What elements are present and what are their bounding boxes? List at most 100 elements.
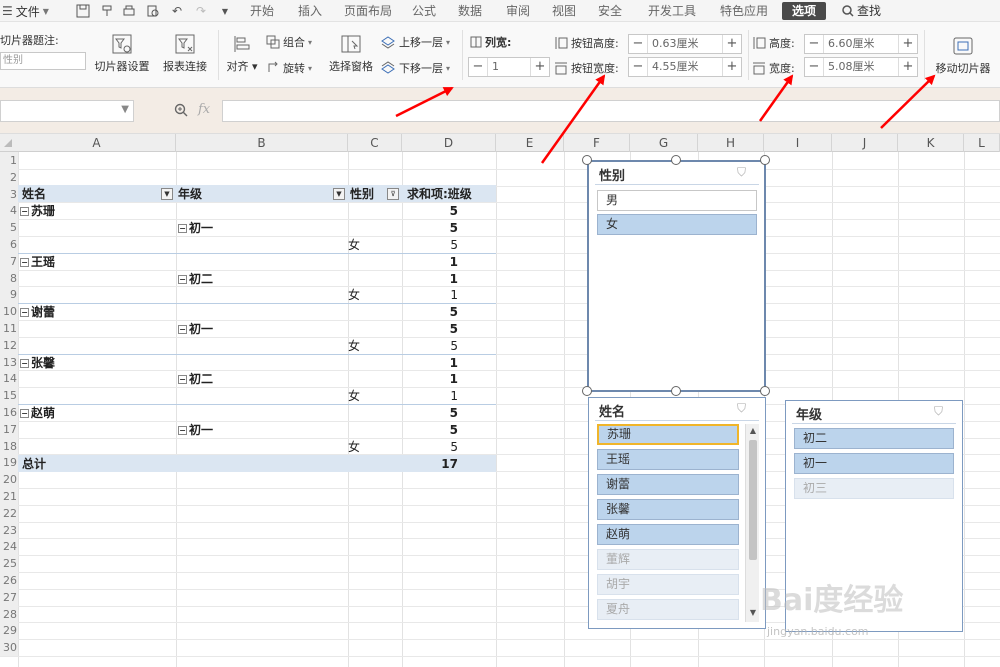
gender-slicer[interactable]: 性别 ⛉ 男 女	[587, 160, 766, 392]
caption-input[interactable]: 性别	[0, 52, 86, 70]
decrease-button[interactable]: −	[629, 35, 647, 53]
resize-handle[interactable]	[760, 155, 770, 165]
resize-handle[interactable]	[760, 386, 770, 396]
format-painter-icon[interactable]	[98, 2, 116, 20]
row-header-6[interactable]: 6	[0, 236, 18, 253]
row-header-20[interactable]: 20	[0, 471, 18, 488]
rotate-button[interactable]: 旋转 ▾	[266, 60, 312, 76]
decrease-button[interactable]: −	[629, 58, 647, 76]
name-slicer-item[interactable]: 谢蕾	[597, 474, 739, 495]
resize-handle[interactable]	[582, 386, 592, 396]
tab-review[interactable]: 审阅	[506, 2, 530, 20]
column-header-J[interactable]: J	[832, 134, 898, 152]
collapse-icon[interactable]: −	[20, 359, 29, 368]
increase-button[interactable]: +	[899, 58, 917, 76]
name-slicer-item[interactable]: 董辉	[597, 549, 739, 570]
height-spinner[interactable]: − 6.60厘米 +	[804, 34, 918, 54]
file-menu[interactable]: ☰ 文件 ▼	[2, 2, 49, 20]
height-value[interactable]: 6.60厘米	[823, 35, 899, 53]
resize-handle[interactable]	[671, 386, 681, 396]
collapse-icon[interactable]: −	[178, 224, 187, 233]
columns-spinner[interactable]: − 1 +	[468, 57, 550, 77]
row-header-7[interactable]: 7	[0, 253, 18, 270]
row-header-9[interactable]: 9	[0, 286, 18, 303]
increase-button[interactable]: +	[723, 35, 741, 53]
tab-formulas[interactable]: 公式	[412, 2, 436, 20]
row-header-30[interactable]: 30	[0, 639, 18, 656]
name-slicer-item[interactable]: 王瑶	[597, 449, 739, 470]
width-value[interactable]: 5.08厘米	[823, 58, 899, 76]
column-header-E[interactable]: E	[496, 134, 564, 152]
select-all-icon[interactable]	[4, 139, 12, 147]
collapse-icon[interactable]: −	[178, 375, 187, 384]
columns-value[interactable]: 1	[487, 58, 531, 76]
clear-filter-icon[interactable]: ⛉	[934, 404, 943, 419]
tab-home[interactable]: 开始	[250, 2, 274, 20]
clear-filter-icon[interactable]: ⛉	[737, 165, 746, 180]
increase-button[interactable]: +	[899, 35, 917, 53]
align-button[interactable]: 对齐 ▾	[222, 32, 262, 74]
column-header-A[interactable]: A	[18, 134, 176, 152]
row-header-27[interactable]: 27	[0, 589, 18, 606]
name-slicer-item[interactable]: 胡宇	[597, 574, 739, 595]
name-slicer-item[interactable]: 张馨	[597, 499, 739, 520]
column-header-I[interactable]: I	[764, 134, 832, 152]
more-chevron-icon[interactable]: ▼	[216, 2, 234, 20]
row-header-24[interactable]: 24	[0, 538, 18, 555]
clear-filter-icon[interactable]: ⛉	[737, 401, 746, 416]
column-header-D[interactable]: D	[402, 134, 496, 152]
collapse-icon[interactable]: −	[178, 325, 187, 334]
column-header-B[interactable]: B	[176, 134, 348, 152]
scrollbar-thumb[interactable]	[749, 440, 757, 560]
collapse-icon[interactable]: −	[178, 275, 187, 284]
selection-pane-button[interactable]: 选择窗格	[326, 32, 376, 74]
row-header-23[interactable]: 23	[0, 522, 18, 539]
collapse-icon[interactable]: −	[20, 258, 29, 267]
scroll-down-icon[interactable]: ▼	[746, 608, 760, 617]
report-connections-button[interactable]: 报表连接	[158, 32, 212, 74]
gender-filter-active-icon[interactable]: ⊽	[387, 188, 399, 200]
column-header-C[interactable]: C	[348, 134, 402, 152]
name-filter-dropdown-icon[interactable]: ▼	[161, 188, 173, 200]
button-height-spinner[interactable]: − 0.63厘米 +	[628, 34, 742, 54]
search-button[interactable]: 查找	[842, 2, 881, 20]
increase-button[interactable]: +	[723, 58, 741, 76]
gender-slicer-item-female[interactable]: 女	[597, 214, 757, 235]
gender-slicer-item-male[interactable]: 男	[597, 190, 757, 211]
tab-special-apps[interactable]: 特色应用	[720, 2, 768, 20]
row-header-15[interactable]: 15	[0, 387, 18, 404]
row-header-4[interactable]: 4	[0, 202, 18, 219]
increase-button[interactable]: +	[531, 58, 549, 76]
row-header-29[interactable]: 29	[0, 622, 18, 639]
name-box[interactable]: ▼	[0, 100, 134, 122]
bring-forward-button[interactable]: 上移一层 ▾	[380, 34, 450, 50]
tab-options[interactable]: 选项	[782, 2, 826, 20]
group-button[interactable]: 组合 ▾	[266, 34, 312, 50]
zoom-icon[interactable]	[174, 103, 188, 120]
print-icon[interactable]	[120, 2, 138, 20]
row-header-11[interactable]: 11	[0, 320, 18, 337]
tab-insert[interactable]: 插入	[298, 2, 322, 20]
fx-icon[interactable]: fx	[198, 102, 210, 117]
grade-slicer-item-grade3[interactable]: 初三	[794, 478, 954, 499]
decrease-button[interactable]: −	[805, 58, 823, 76]
column-header-K[interactable]: K	[898, 134, 964, 152]
tab-data[interactable]: 数据	[458, 2, 482, 20]
name-slicer-scrollbar[interactable]: ▲ ▼	[745, 424, 759, 622]
row-header-14[interactable]: 14	[0, 370, 18, 387]
row-header-13[interactable]: 13	[0, 354, 18, 371]
button-width-value[interactable]: 4.55厘米	[647, 58, 723, 76]
name-slicer-item[interactable]: 赵萌	[597, 524, 739, 545]
row-header-1[interactable]: 1	[0, 152, 18, 169]
scroll-up-icon[interactable]: ▲	[746, 426, 760, 435]
button-width-spinner[interactable]: − 4.55厘米 +	[628, 57, 742, 77]
row-header-8[interactable]: 8	[0, 270, 18, 287]
grade-filter-dropdown-icon[interactable]: ▼	[333, 188, 345, 200]
save-icon[interactable]	[74, 2, 92, 20]
row-header-5[interactable]: 5	[0, 219, 18, 236]
send-backward-button[interactable]: 下移一层 ▾	[380, 60, 450, 76]
slicer-settings-button[interactable]: 切片器设置	[92, 32, 152, 74]
column-header-F[interactable]: F	[564, 134, 630, 152]
collapse-icon[interactable]: −	[20, 308, 29, 317]
grade-slicer-item-grade2[interactable]: 初二	[794, 428, 954, 449]
